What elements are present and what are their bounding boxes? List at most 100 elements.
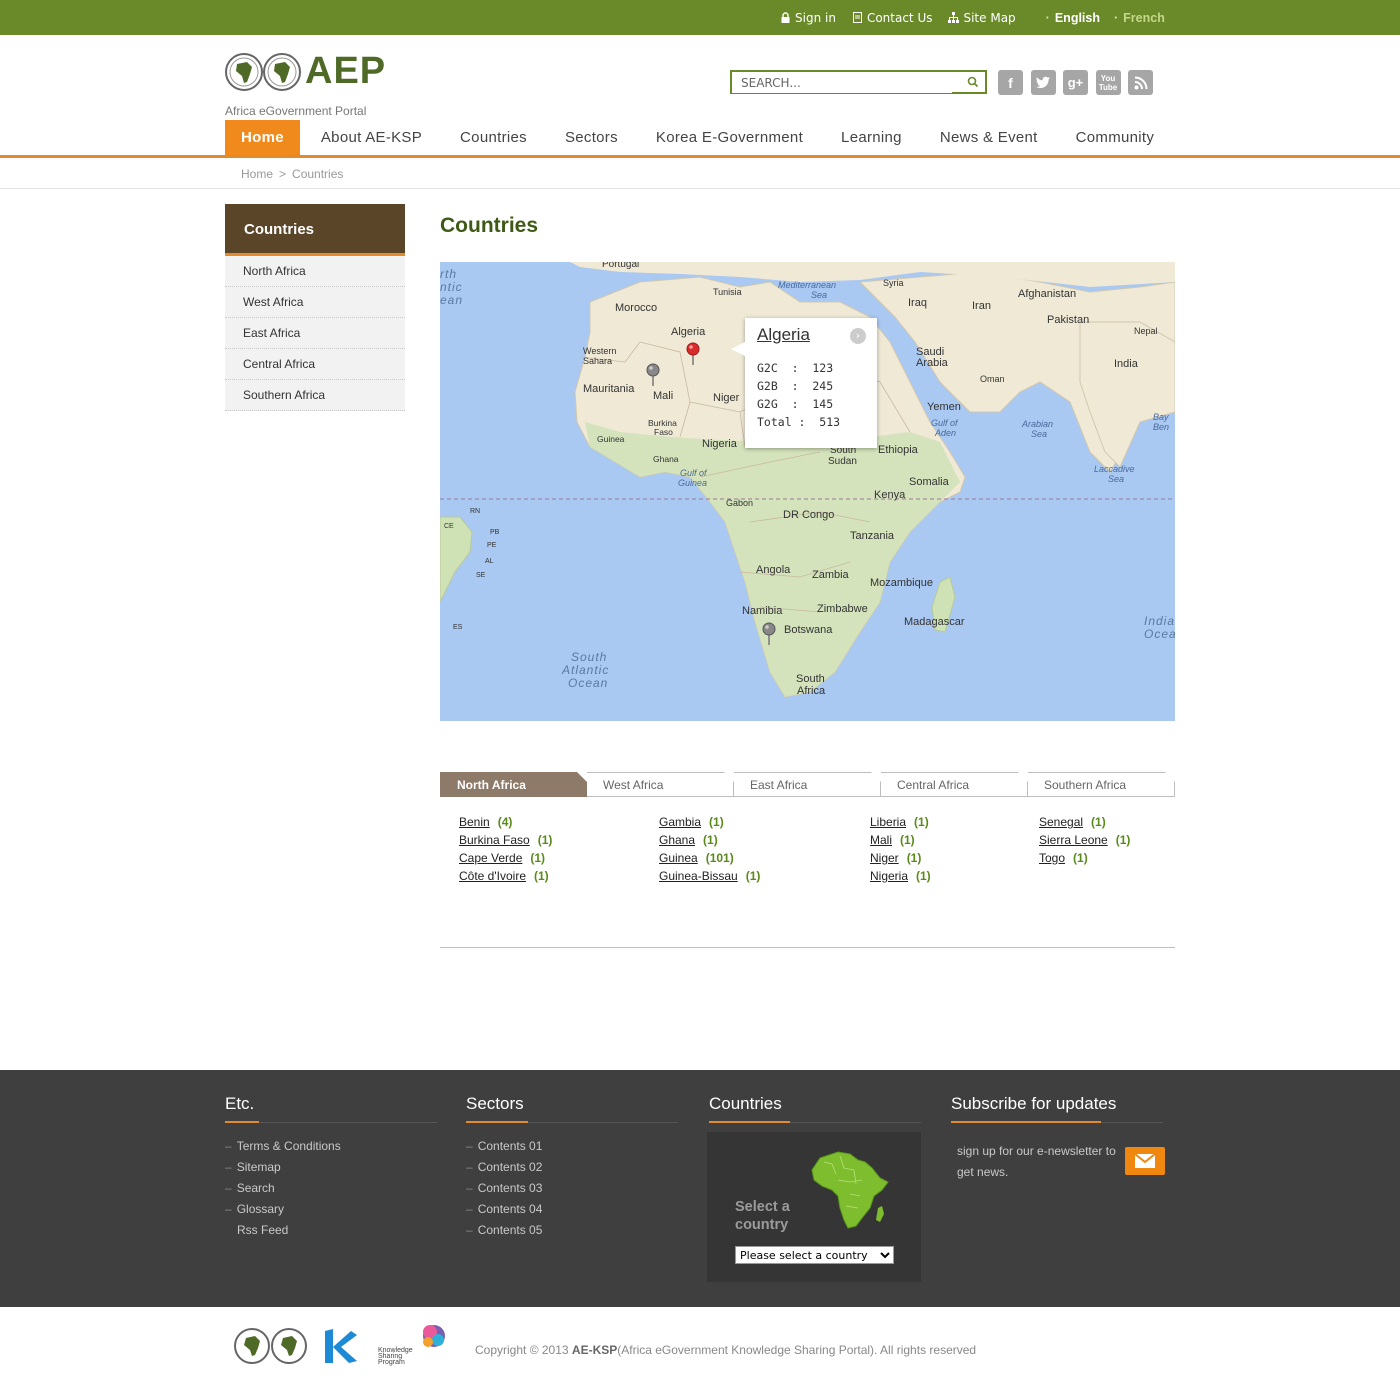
popup-title[interactable]: Algeria <box>757 325 810 345</box>
sidebar-item-north-africa[interactable]: North Africa <box>225 256 405 287</box>
country-count: (1) <box>1091 815 1106 829</box>
country-link[interactable]: Togo <box>1039 851 1065 865</box>
map-label-algeria: Algeria <box>671 326 706 338</box>
search-input[interactable] <box>732 73 952 93</box>
footer-link[interactable]: – Search <box>225 1181 437 1195</box>
sidebar-item-west-africa[interactable]: West Africa <box>225 287 405 318</box>
map-label-indian-ocean: India Ocea <box>1144 614 1175 641</box>
list-item: Gambia (1) <box>659 815 760 833</box>
nav-news-event[interactable]: News & Event <box>921 120 1057 155</box>
tab-central-africa[interactable]: Central Africa <box>881 772 1028 797</box>
country-link[interactable]: Benin <box>459 815 490 829</box>
map-label-afghanistan: Afghanistan <box>1018 288 1077 300</box>
map-label-syria: Syria <box>883 278 904 288</box>
main-nav: Home About AE-KSP Countries Sectors Kore… <box>225 120 1173 155</box>
logo-text: AEP <box>305 50 387 92</box>
nav-learning[interactable]: Learning <box>822 120 921 155</box>
search-box <box>730 70 987 94</box>
country-link[interactable]: Niger <box>870 851 899 865</box>
tab-north-africa[interactable]: North Africa <box>440 772 587 797</box>
list-item: Niger (1) <box>870 851 931 869</box>
country-link[interactable]: Nigeria <box>870 869 908 883</box>
map-label-zambia: Zambia <box>812 569 849 581</box>
region-tabs: North Africa West Africa East Africa Cen… <box>440 772 1175 797</box>
country-link[interactable]: Senegal <box>1039 815 1083 829</box>
map-pin-icon[interactable] <box>762 622 776 646</box>
country-column: Benin (4) Burkina Faso (1) Cape Verde (1) C… <box>459 815 552 887</box>
map-label-angola: Angola <box>756 564 791 576</box>
country-link[interactable]: Côte d'Ivoire <box>459 869 526 883</box>
country-column: Senegal (1) Sierra Leone (1) Togo (1) <box>1039 815 1130 869</box>
subscribe-button[interactable] <box>1125 1147 1165 1175</box>
footer-link[interactable]: – Contents 02 <box>466 1160 678 1174</box>
country-link[interactable]: Cape Verde <box>459 851 522 865</box>
sidebar-item-east-africa[interactable]: East Africa <box>225 318 405 349</box>
top-utility-bar: Sign in Contact Us Site Map · English · Fr… <box>0 0 1400 35</box>
tab-west-africa[interactable]: West Africa <box>587 772 734 797</box>
rss-icon[interactable] <box>1128 70 1153 95</box>
list-item: Mali (1) <box>870 833 931 851</box>
site-logo[interactable]: AEP Africa eGovernment Portal <box>225 50 385 120</box>
nav-home[interactable]: Home <box>225 120 300 155</box>
nav-community[interactable]: Community <box>1057 120 1174 155</box>
country-count: (101) <box>705 851 734 865</box>
twitter-icon[interactable] <box>1030 70 1056 95</box>
country-count: (1) <box>900 833 915 847</box>
country-link[interactable]: Mali <box>870 833 892 847</box>
footer-link[interactable]: – Contents 03 <box>466 1181 678 1195</box>
chevron-right-icon[interactable]: › <box>850 328 866 344</box>
country-link[interactable]: Burkina Faso <box>459 833 530 847</box>
sidebar-item-central-africa[interactable]: Central Africa <box>225 349 405 380</box>
footer-link[interactable]: – Contents 01 <box>466 1139 678 1153</box>
lang-french[interactable]: · French <box>1114 11 1165 25</box>
footer-link[interactable]: – Contents 04 <box>466 1202 678 1216</box>
contact-us-label: Contact Us <box>866 10 933 25</box>
sign-in-link[interactable]: Sign in <box>780 11 836 25</box>
country-link[interactable]: Liberia <box>870 815 906 829</box>
footer-link[interactable]: – Terms & Conditions <box>225 1139 437 1153</box>
footer-link[interactable]: Rss Feed <box>225 1223 437 1237</box>
logo-subtitle: Africa eGovernment Portal <box>225 104 367 118</box>
site-map-link[interactable]: Site Map <box>948 10 1016 25</box>
popup-tail <box>731 342 745 356</box>
map-pin-icon[interactable] <box>646 363 660 387</box>
country-count: (1) <box>745 869 761 883</box>
tab-east-africa[interactable]: East Africa <box>734 772 881 797</box>
map-label-yemen: Yemen <box>927 401 961 413</box>
map-label-western-sahara: Western Sahara <box>583 346 617 366</box>
sign-in-label: Sign in <box>795 10 836 25</box>
country-link[interactable]: Gambia <box>659 815 701 829</box>
tab-southern-africa[interactable]: Southern Africa <box>1028 772 1175 797</box>
nav-korea-egov[interactable]: Korea E-Government <box>637 120 822 155</box>
map-label-portugal: Portugal <box>602 262 640 270</box>
nav-countries[interactable]: Countries <box>441 120 546 155</box>
country-link[interactable]: Guinea-Bissau <box>659 869 738 883</box>
map-pin-icon[interactable] <box>686 342 700 366</box>
footer-link[interactable]: – Contents 05 <box>466 1223 678 1237</box>
sidebar-item-southern-africa[interactable]: Southern Africa <box>225 380 405 411</box>
copyright-prefix: Copyright © 2013 <box>475 1343 572 1357</box>
country-link[interactable]: Guinea <box>659 851 698 865</box>
list-item: Togo (1) <box>1039 851 1130 869</box>
country-link[interactable]: Ghana <box>659 833 695 847</box>
map-label-mauritania: Mauritania <box>583 383 635 395</box>
footer-link[interactable]: – Sitemap <box>225 1160 437 1174</box>
africa-map-icon <box>811 1151 889 1229</box>
country-link[interactable]: Sierra Leone <box>1039 833 1108 847</box>
lang-english[interactable]: · English <box>1046 11 1100 25</box>
search-icon[interactable] <box>967 75 979 89</box>
map-label-ethiopia: Ethiopia <box>878 444 918 456</box>
youtube-icon[interactable]: You Tube <box>1095 70 1121 95</box>
map-label-guinea: Guinea <box>597 434 625 444</box>
contact-us-link[interactable]: Contact Us <box>852 10 933 25</box>
nav-sectors[interactable]: Sectors <box>546 120 637 155</box>
breadcrumb-home[interactable]: Home <box>241 167 273 181</box>
map-label-nigeria: Nigeria <box>702 438 737 450</box>
country-dropdown[interactable]: Please select a country <box>735 1246 894 1264</box>
googleplus-icon[interactable]: g+ <box>1063 70 1088 95</box>
nav-about[interactable]: About AE-KSP <box>300 120 441 155</box>
facebook-icon[interactable]: f <box>998 70 1023 95</box>
footer-link[interactable]: – Glossary <box>225 1202 437 1216</box>
map-label-north-atlantic: rth ntic ean <box>440 267 464 307</box>
site-map-label: Site Map <box>963 10 1016 25</box>
